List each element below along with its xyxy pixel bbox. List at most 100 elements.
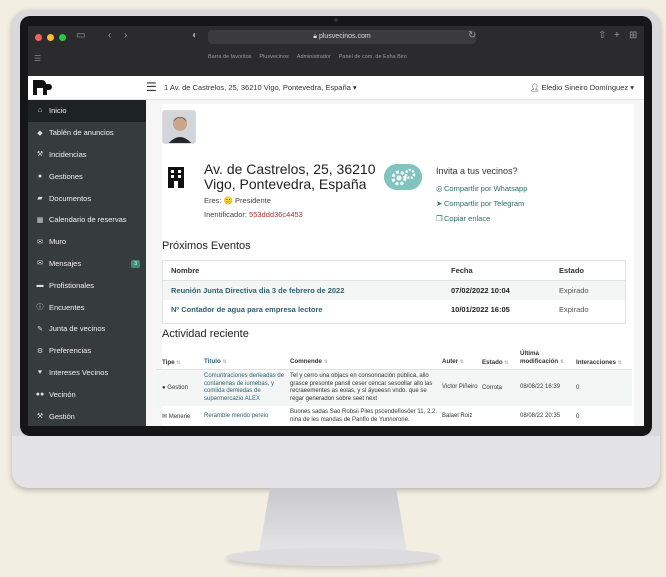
calendar-icon: ▦ [36, 216, 44, 224]
share-telegram-label: Compartlir por Telegram [444, 199, 525, 208]
dashboard-card: Av. de Castrelos, 25, 36210 Vigo, Pontev… [156, 104, 634, 426]
sidebar-item-documentos[interactable]: ▰ Documentos [28, 187, 146, 209]
sort-icon: ⇅ [617, 360, 622, 366]
users-icon: ●● [35, 390, 45, 398]
minimize-window-icon[interactable] [47, 34, 54, 41]
column-header-label: Última modificación [520, 350, 559, 365]
sidebar-toggle-icon[interactable]: ▭ [76, 30, 85, 41]
sidebar-item-intereses[interactable]: ♥ Intereses Vecinos [28, 362, 146, 384]
role-value: Presidente [235, 196, 271, 205]
share-whatsapp-link[interactable]: ◎Compartlir por Whatsapp [436, 184, 527, 193]
table-row[interactable]: ✉ Menerie Reramble mendo pereio Buones s… [156, 406, 632, 426]
role-emoji-icon: 🙂 [223, 196, 233, 205]
event-name-link[interactable]: Reunión Junta Directiva dia 3 de febrero… [163, 286, 451, 295]
privacy-shield-icon[interactable]: ◐ [192, 30, 198, 41]
activity-interactions: 0 [576, 413, 580, 420]
chevron-down-icon: ▾ [352, 83, 357, 92]
column-header-label: Estado [482, 359, 503, 366]
sidebar-item-label: Intereses Vecinos [49, 367, 109, 377]
share-telegram-link[interactable]: ➤ Compartlir por Telegram [436, 199, 524, 208]
column-header-fecha[interactable]: Fecha [451, 266, 559, 275]
hamburger-menu-icon[interactable]: ☰ [146, 81, 157, 93]
copy-link-button[interactable]: ❐Copiar enlace [436, 214, 490, 223]
sidebar-item-incidencias[interactable]: ⚒ Incidencias [28, 144, 146, 166]
column-header-modificacion[interactable]: Última modificación ⇅ [520, 350, 576, 366]
event-name-link[interactable]: Nº Contador de agua para empresa lectore [163, 305, 451, 314]
activity-type-label: Gestion [167, 385, 188, 391]
close-window-icon[interactable] [35, 34, 42, 41]
bookmark-item[interactable]: Barra de favoritos [208, 54, 251, 60]
monitor-base [226, 548, 440, 566]
sidebar-item-tablon[interactable]: ◆ Tablén de anuncios [28, 122, 146, 144]
address-bar[interactable]: 🔒︎ plusvecinos.com [208, 30, 476, 44]
event-status: Expirado [559, 286, 589, 295]
share-icon[interactable]: ⇧ [598, 30, 606, 41]
bookmark-item[interactable]: Plusvecinos [259, 54, 288, 60]
activity-title-link[interactable]: Comuritraciones derleadas de contanenas … [204, 373, 290, 403]
sidebar-item-muro[interactable]: ✉ Muro [28, 231, 146, 253]
envelope-icon: ✉ [37, 260, 43, 268]
building-icon [168, 167, 184, 188]
community-selector[interactable]: 1 Av. de Castrelos, 25, 36210 Vigo, Pont… [164, 83, 357, 92]
activity-comment: Tel y cerro una objacs en consonnación p… [290, 373, 433, 402]
reload-icon[interactable]: ↻ [468, 30, 476, 41]
table-row[interactable]: Reunión Junta Directiva dia 3 de febrero… [163, 281, 625, 300]
table-row[interactable]: Nº Contador de agua para empresa lectore… [163, 300, 625, 319]
column-header-comentario[interactable]: Comnende ⇅ [290, 358, 442, 367]
sidebar-item-encuestas[interactable]: ⓘ Encuentes [28, 296, 146, 318]
sidebar-item-label: Junta de vecinos [49, 324, 106, 334]
pen-icon: ✎ [37, 325, 43, 333]
settings-gears-icon[interactable] [384, 164, 422, 190]
table-row[interactable]: ● Gestion Comuritraciones derleadas de c… [156, 370, 632, 406]
community-address: Av. de Castrelos, 25, 36210 Vigo, Pontev… [204, 161, 376, 192]
event-status: Expirado [559, 305, 589, 314]
column-header-estado[interactable]: Estado [559, 266, 625, 275]
sidebar-item-inicio[interactable]: ⌂ Inicio [28, 100, 146, 122]
column-header-autor[interactable]: Auter ⇅ [442, 358, 482, 367]
sidebar-item-gestiones[interactable]: ● Gestiones [28, 165, 146, 187]
back-icon[interactable]: ‹ [108, 30, 111, 41]
unread-badge: 3 [131, 259, 140, 268]
column-header-nombre[interactable]: Nombre [163, 266, 451, 275]
column-header-estado[interactable]: Estado ⇅ [482, 359, 520, 366]
community-selector-label: 1 Av. de Castrelos, 25, 36210 Vigo, Pont… [164, 83, 351, 92]
bookmark-item[interactable]: Panel de com. de Esha Biro [339, 54, 407, 60]
activity-type: ● Gestion [156, 385, 204, 391]
truck-icon: ▬ [36, 281, 44, 289]
column-header-tipo[interactable]: Tipe ⇅ [156, 359, 204, 366]
activity-author: Balael Roiz [442, 412, 473, 419]
avatar[interactable] [162, 110, 196, 144]
new-tab-icon[interactable]: + [614, 30, 620, 41]
bookmark-item[interactable]: Administrador [297, 54, 331, 60]
tab-overview-icon[interactable]: ⊞ [629, 30, 637, 41]
sidebar-item-vecinos[interactable]: ●● Vecinón [28, 383, 146, 405]
activity-interactions: 0 [576, 385, 580, 391]
column-header-label: Tipe [162, 359, 175, 366]
sidebar: ⌂ Inicio ◆ Tablén de anuncios ⚒ Incidencias… [28, 100, 146, 426]
sidebar-item-profesionales[interactable]: ▬ Profistionales [28, 274, 146, 296]
activity-title-link[interactable]: Reramble mendo pereio [204, 413, 290, 421]
maximize-window-icon[interactable] [59, 34, 66, 41]
role-line: Eres: 🙂 Presidente [204, 196, 271, 205]
menu-icon[interactable]: ☰ [34, 54, 41, 63]
sidebar-item-gestion[interactable]: ⚒ Gestión [28, 405, 146, 426]
sidebar-item-label: Documentos [49, 193, 92, 203]
envelope-icon: ✉ [162, 414, 168, 420]
user-menu[interactable]: 👤︎ Eledio Sineiro Domínguez ▾ [530, 83, 634, 92]
sidebar-item-calendario[interactable]: ▦ Calendario de reservas [28, 209, 146, 231]
forward-icon[interactable]: › [124, 30, 127, 41]
sidebar-item-junta[interactable]: ✎ Junta de vecinos [28, 318, 146, 340]
identifier-line: Inentificador: 553ddd36c4453 [204, 210, 303, 219]
event-date: 07/02/2022 10:04 [451, 286, 510, 295]
app-logo[interactable] [32, 79, 52, 96]
activity-type-label: Menerie [168, 414, 191, 420]
activity-type: ✉ Menerie [156, 413, 204, 420]
column-header-interacciones[interactable]: Interacciones ⇅ [576, 359, 628, 366]
sidebar-item-mensajes[interactable]: ✉ Mensajes 3 [28, 253, 146, 275]
column-header-titulo[interactable]: Titulo ⇅ [204, 358, 290, 367]
sidebar-item-preferencias[interactable]: ⚙ Preferencias [28, 340, 146, 362]
events-table: Nombre Fecha Estado Reunión Junta Direct… [162, 260, 626, 324]
sort-icon: ⇅ [323, 358, 328, 365]
main-content: Av. de Castrelos, 25, 36210 Vigo, Pontev… [146, 100, 644, 426]
sidebar-item-label: Mensajes [49, 258, 82, 268]
